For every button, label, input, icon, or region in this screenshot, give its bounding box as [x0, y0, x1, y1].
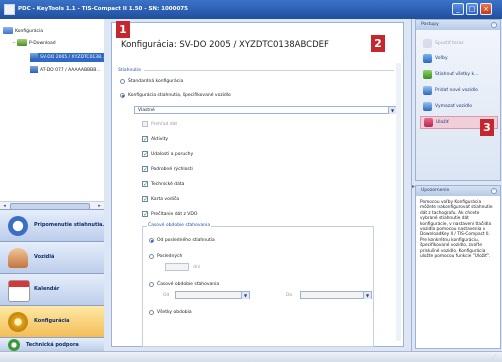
tachograph-icon — [30, 66, 38, 73]
checkbox-detailed-speed[interactable]: ✓ — [142, 166, 148, 173]
checkbox-detailed-speed-label: Podrobné rýchlosti — [151, 167, 193, 172]
person-icon — [8, 248, 28, 268]
settings-icon — [8, 312, 28, 332]
page-title: Konfigurácia: SV-DO 2005 / XYZDTC0138ABC… — [121, 40, 329, 50]
title-bar: PDC - KeyTools 1.1 - TIS-Compact II 1.50… — [0, 0, 502, 19]
radio-since-last-download-label: Od posledného stiahnutia — [157, 238, 215, 243]
chevron-down-icon[interactable]: ▼ — [241, 292, 249, 299]
vehicle-tree: Konfigurácia − P-Download SV-DO 2005 / XY… — [0, 19, 106, 199]
checkbox-read-vdo-label: Prečítanie dát z VDO — [151, 212, 198, 217]
tree-item-download[interactable]: − P-Download — [12, 39, 56, 48]
tree-item-konfiguracia[interactable]: Konfigurácia — [3, 27, 43, 36]
status-bar: ⋰ — [0, 351, 502, 362]
support-icon — [8, 339, 20, 351]
config-mode-select[interactable]: Vlastné ▼ — [134, 106, 397, 114]
action-options[interactable]: Voľby — [420, 52, 498, 66]
nav-download-reminder[interactable]: Pripomenutie stiahnutia… — [0, 209, 107, 241]
days-label: dní — [193, 265, 200, 270]
radio-all-periods-label: Všetky obdobia — [157, 310, 192, 315]
resize-grip-icon[interactable]: ⋰ — [492, 354, 500, 361]
collapse-icon[interactable]: ˄ — [491, 188, 497, 194]
play-icon — [423, 39, 432, 48]
nav-calendar[interactable]: Kalendár — [0, 273, 104, 305]
actions-panel: Postupy ˄ Spustiť teraz Voľby Stiahnuť v… — [415, 19, 501, 181]
right-pane: Postupy ˄ Spustiť teraz Voľby Stiahnuť v… — [411, 19, 502, 351]
download-all-icon — [423, 70, 432, 79]
checkbox-activities[interactable]: ✓ — [142, 136, 148, 143]
checkbox-technical-data[interactable]: ✓ — [142, 181, 148, 188]
radio-standard-config-label: Štandardná konfigurácia — [128, 79, 184, 84]
tree-item-vehicle[interactable]: AT-DO 077 / AAAAABBBB… — [30, 66, 101, 75]
to-label: Do — [286, 293, 293, 298]
checkbox-data-overview[interactable] — [142, 121, 148, 127]
close-button[interactable]: × — [480, 3, 492, 15]
collapse-icon[interactable]: ˄ — [491, 22, 497, 28]
notice-panel: Upozornenie ˄ Pomocou voľby Konfigurácia… — [415, 185, 501, 349]
main-pane: Konfigurácia: SV-DO 2005 / XYZDTC0138ABC… — [104, 19, 411, 351]
from-date-select[interactable]: ▼ — [175, 291, 250, 299]
maximize-button[interactable]: □ — [466, 3, 478, 15]
download-period-title: Časové obdobie sťahovania — [147, 223, 212, 228]
checkbox-driver-card-label: Karta vodiča — [151, 197, 180, 202]
section-label: Stiahnutie — [118, 68, 141, 73]
checkbox-events-faults[interactable]: ✓ — [142, 151, 148, 158]
checkbox-activities-label: Aktivity — [151, 137, 169, 142]
window-title: PDC - KeyTools 1.1 - TIS-Compact II 1.50… — [18, 6, 188, 12]
save-icon — [424, 118, 433, 127]
annotation-badge-1: 1 — [116, 21, 130, 38]
chevron-down-icon[interactable]: ▼ — [388, 107, 396, 114]
app-icon — [4, 4, 15, 15]
radio-custom-period-label: Časové obdobie sťahovania — [157, 282, 220, 287]
checkbox-data-overview-label: Prehľad dát — [151, 122, 178, 127]
radio-vehicle-config-label: Konfigurácia stiahnutia, špecifikované v… — [128, 93, 231, 98]
checkbox-read-vdo[interactable]: ✓ — [142, 211, 148, 218]
section-divider — [144, 70, 394, 71]
configuration-panel: Konfigurácia: SV-DO 2005 / XYZDTC0138ABC… — [111, 22, 404, 347]
nav-vehicles[interactable]: Vozidlá — [0, 241, 104, 273]
download-period-group: Časové obdobie sťahovania Od posledného … — [142, 223, 374, 347]
radio-all-periods[interactable] — [149, 310, 154, 315]
checkbox-events-faults-label: Udalosti a poruchy — [151, 152, 194, 157]
last-days-input[interactable] — [165, 263, 189, 271]
delete-vehicle-icon — [423, 102, 432, 111]
radio-vehicle-config[interactable] — [120, 93, 125, 98]
notice-text: Pomocou voľby Konfigurácia môžete nakonf… — [420, 200, 493, 260]
minimize-button[interactable]: _ — [452, 3, 464, 15]
panel-vertical-scrollbar[interactable] — [396, 63, 401, 341]
action-delete-vehicle[interactable]: Vymazať vozidlo — [420, 100, 498, 114]
chevron-down-icon[interactable]: ▼ — [363, 292, 371, 299]
add-vehicle-icon — [423, 86, 432, 95]
notice-header: Upozornenie ˄ — [416, 186, 500, 196]
to-date-select[interactable]: ▼ — [300, 291, 372, 299]
calendar-icon — [8, 280, 30, 302]
action-download-all[interactable]: Stiahnuť všetky k… — [420, 68, 498, 82]
checkbox-driver-card[interactable]: ✓ — [142, 196, 148, 203]
nav-configuration[interactable]: Konfigurácia — [0, 305, 104, 337]
annotation-badge-3: 3 — [480, 119, 494, 136]
annotation-badge-2: 2 — [371, 35, 385, 52]
download-icon — [17, 39, 27, 46]
radio-custom-period[interactable] — [149, 282, 154, 287]
action-add-vehicle[interactable]: Pridať nové vozidlo — [420, 84, 498, 98]
actions-header: Postupy ˄ — [416, 20, 500, 30]
checkbox-technical-data-label: Technické dáta — [151, 182, 185, 187]
left-pane: Konfigurácia − P-Download SV-DO 2005 / XY… — [0, 19, 107, 351]
clock-icon — [8, 216, 28, 236]
folder-icon — [3, 27, 13, 34]
radio-standard-config[interactable] — [120, 79, 125, 84]
radio-last-days[interactable] — [149, 254, 154, 259]
tree-item-vehicle-selected[interactable]: SV-DO 2005 / XYZDTC0138… — [30, 53, 106, 62]
tachograph-icon — [30, 53, 38, 60]
action-run-now[interactable]: Spustiť teraz — [420, 37, 498, 51]
nav-technical-support[interactable]: Technická podpora — [0, 337, 104, 351]
radio-last-days-label: Posledných — [157, 254, 183, 259]
panel-arrow-icon[interactable]: ▸ — [412, 183, 419, 193]
radio-since-last-download[interactable] — [149, 238, 154, 243]
options-icon — [423, 54, 432, 63]
from-label: Od — [163, 293, 170, 298]
